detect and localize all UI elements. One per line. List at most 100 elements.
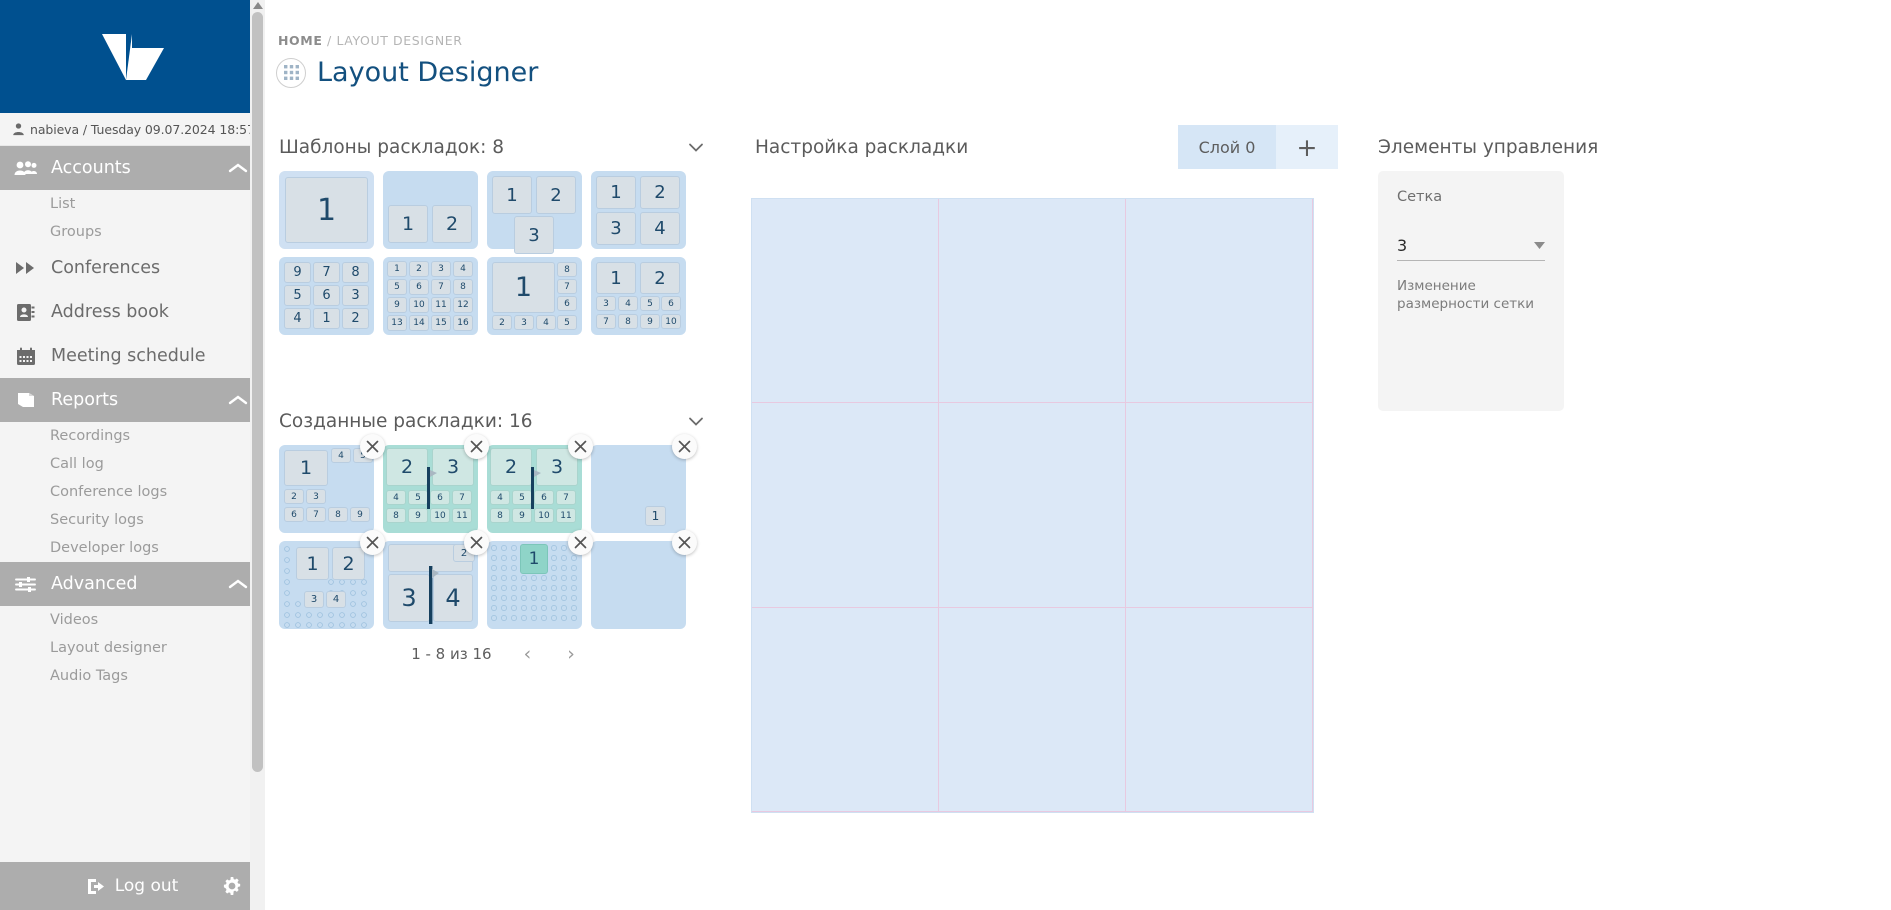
template-cell: 9 [387,297,407,313]
layout-template-5[interactable]: 9 7 8 5 6 3 4 1 2 [279,257,374,335]
created-layout-2[interactable]: 2 3 4 5 6 7 8 9 10 11 [383,434,489,533]
created-cell: 1 [296,547,329,580]
layout-canvas[interactable] [751,198,1314,813]
layout-template-7[interactable]: 1 8 7 6 2 3 4 5 [487,257,582,335]
sidebar-group-meeting-schedule[interactable]: Meeting schedule [0,334,265,378]
created-layout-5[interactable]: 1 2 3 4 [279,530,385,629]
canvas-grid-cell[interactable] [1126,403,1313,608]
sidebar-group-accounts[interactable]: Accounts [0,146,265,190]
template-cell: 8 [618,314,638,329]
sidebar-item-groups[interactable]: Groups [0,218,265,246]
template-cell: 4 [453,261,473,277]
template-cell: 4 [284,308,311,329]
chevron-right-icon[interactable]: › [563,643,579,665]
close-icon[interactable] [464,434,489,459]
sidebar-item-label: Groups [50,224,102,240]
created-layout-8[interactable] [591,530,697,629]
chevron-down-icon[interactable] [685,410,707,432]
sidebar-item-label: Audio Tags [50,668,128,684]
close-icon[interactable] [568,530,593,555]
template-cell: 12 [453,297,473,313]
template-cell: 6 [557,296,577,311]
close-icon[interactable] [672,530,697,555]
layout-template-1[interactable]: 1 [279,171,374,249]
sidebar-item-conference-logs[interactable]: Conference logs [0,478,265,506]
created-cell: 10 [534,508,554,523]
sidebar-group-advanced[interactable]: Advanced [0,562,265,606]
created-layout-1[interactable]: 1 4 5 2 3 6 7 8 9 [279,434,385,533]
sidebar-item-videos[interactable]: Videos [0,606,265,634]
created-cell: 7 [306,507,326,522]
brand-logo-icon [101,33,164,80]
breadcrumb-home[interactable]: HOME [278,33,322,48]
scroll-up-arrow-icon[interactable] [253,2,263,9]
grid-size-select[interactable]: 3 [1397,231,1545,261]
canvas-grid-cell[interactable] [752,607,939,812]
close-icon[interactable] [568,434,593,459]
canvas-grid-cell[interactable] [939,607,1126,812]
created-cell: 1 [645,506,666,526]
created-layout-7[interactable]: 1 [487,530,593,629]
controls-heading: Элементы управления [1378,136,1599,158]
template-cell: 10 [661,314,681,329]
template-cell: 5 [640,296,660,311]
templates-heading: Шаблоны раскладок: 8 [279,136,505,158]
sidebar-item-call-log[interactable]: Call log [0,450,265,478]
sidebar-item-recordings[interactable]: Recordings [0,422,265,450]
close-icon[interactable] [360,530,385,555]
created-layout-3[interactable]: 2 3 4 5 6 7 8 9 10 11 [487,434,593,533]
sidebar-group-conferences[interactable]: Conferences [0,246,265,290]
canvas-grid-cell[interactable] [1126,199,1313,404]
add-layer-label: + [1296,132,1318,162]
canvas-grid-cell[interactable] [939,199,1126,404]
close-icon[interactable] [464,530,489,555]
layout-template-2[interactable]: 1 2 [383,171,478,249]
template-cell: 9 [284,262,311,283]
controls-column: Элементы управления Сетка 3 Изменение ра… [1350,123,1891,910]
sidebar-group-reports[interactable]: Reports [0,378,265,422]
canvas-grid-cell[interactable] [1126,607,1313,812]
gear-icon[interactable] [223,877,241,895]
brand-logo[interactable] [0,0,265,113]
chevron-down-icon[interactable] [685,136,707,158]
logout-button[interactable]: Log out [0,862,265,910]
user-info-bar: nabieva / Tuesday 09.07.2024 18:57 [0,113,265,146]
template-cell: 3 [342,285,369,306]
sidebar-group-label: Meeting schedule [51,346,206,366]
layout-template-6[interactable]: 1 2 3 4 5 6 7 8 9 10 11 12 13 14 15 16 [383,257,478,335]
created-layout-4[interactable]: 1 [591,434,697,533]
sidebar-scrollbar[interactable] [250,0,265,910]
sidebar-item-audio-tags[interactable]: Audio Tags [0,662,265,690]
template-cell: 7 [596,314,616,329]
created-layout-6[interactable]: 2 3 4 [383,530,489,629]
scrollbar-thumb[interactable] [252,12,263,772]
template-cell: 6 [313,285,340,306]
created-cell: 9 [408,508,428,523]
address-book-icon [14,302,37,323]
sidebar-item-layout-designer[interactable]: Layout designer [0,634,265,662]
canvas-grid-cell[interactable] [752,199,939,404]
close-icon[interactable] [360,434,385,459]
sidebar-item-developer-logs[interactable]: Developer logs [0,534,265,562]
sidebar-item-security-logs[interactable]: Security logs [0,506,265,534]
layout-template-3[interactable]: 1 2 3 [487,171,582,254]
layout-template-4[interactable]: 1 2 3 4 [591,171,686,249]
user-icon [13,123,24,136]
created-cell: 11 [452,508,472,523]
add-layer-button[interactable]: + [1276,125,1338,169]
templates-grid: 1 1 2 1 2 3 1 2 3 4 9 7 8 5 6 3 4 1 2 1 … [279,171,711,335]
layout-template-8[interactable]: 1 2 3 4 5 6 7 8 9 10 [591,257,686,335]
close-icon[interactable] [672,434,697,459]
app-root: nabieva / Tuesday 09.07.2024 18:57 Accou… [0,0,1891,910]
sidebar-group-address-book[interactable]: Address book [0,290,265,334]
template-cell: 1 [492,176,532,214]
canvas-grid-cell[interactable] [752,403,939,608]
tab-layer-0[interactable]: Слой 0 [1178,125,1276,169]
created-pagination: 1 - 8 из 16 ‹ › [279,643,711,665]
sidebar-item-list[interactable]: List [0,190,265,218]
template-cell: 2 [640,176,680,209]
canvas-grid-cell[interactable] [939,403,1126,608]
sidebar-group-label: Reports [51,390,119,410]
pagination-range: 1 - 8 из 16 [411,645,492,663]
chevron-left-icon[interactable]: ‹ [520,643,536,665]
